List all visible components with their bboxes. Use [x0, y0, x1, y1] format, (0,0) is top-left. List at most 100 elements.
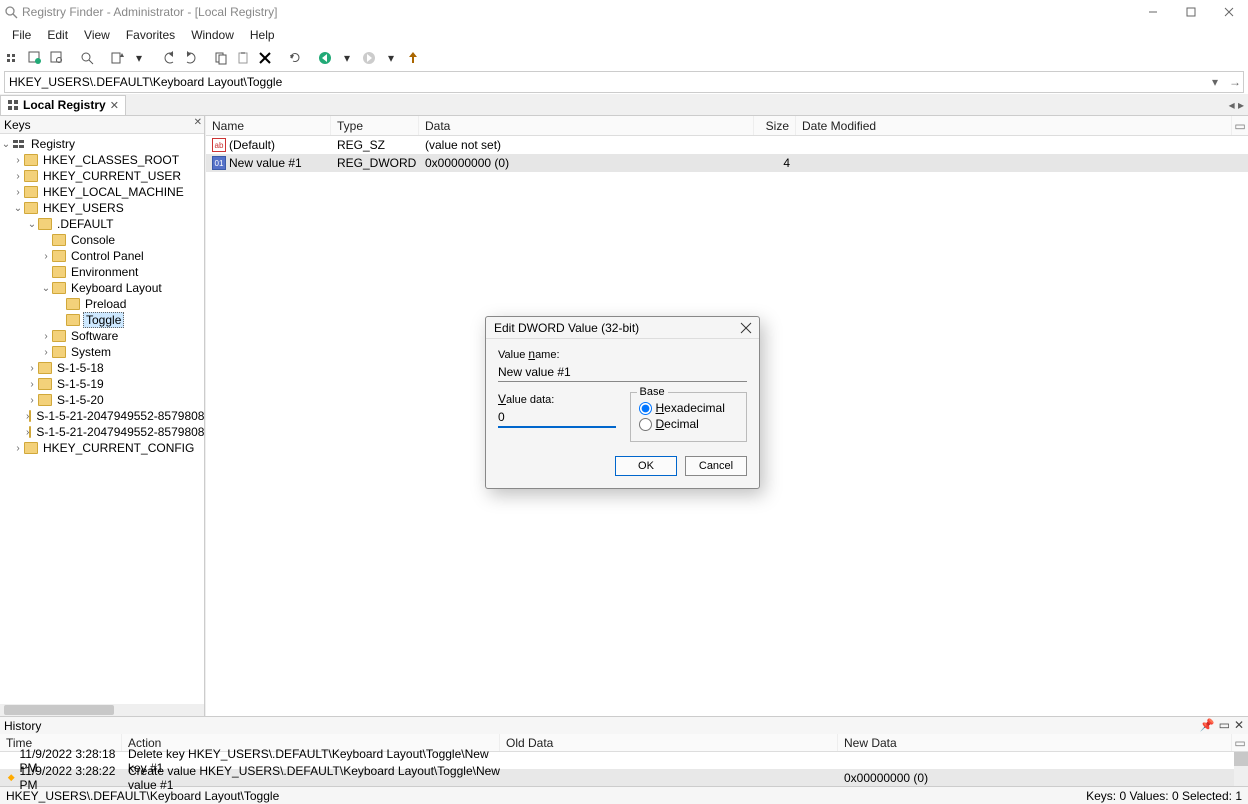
- col-size[interactable]: Size: [754, 116, 796, 135]
- tree-node[interactable]: Environment: [0, 264, 204, 280]
- tree-expander[interactable]: ⌄: [40, 283, 52, 294]
- tree-hscrollbar[interactable]: [0, 704, 204, 716]
- hist-options-icon[interactable]: ▭: [1232, 736, 1248, 750]
- address-dropdown-icon[interactable]: ▾: [1207, 75, 1223, 89]
- tree-node[interactable]: ⌄HKEY_USERS: [0, 200, 204, 216]
- radio-hex[interactable]: Hexadecimal: [639, 401, 739, 415]
- tree-expander[interactable]: ›: [26, 395, 38, 406]
- menu-view[interactable]: View: [76, 26, 118, 44]
- tree-close-icon[interactable]: ✕: [194, 117, 202, 128]
- export-dropdown-icon[interactable]: ▾: [130, 49, 148, 67]
- title-text: Registry Finder - Administrator - [Local…: [22, 5, 1134, 19]
- tree-node[interactable]: ›Control Panel: [0, 248, 204, 264]
- hist-col-new[interactable]: New Data: [838, 734, 1232, 751]
- menu-window[interactable]: Window: [183, 26, 242, 44]
- tree-node[interactable]: ›HKEY_CURRENT_CONFIG: [0, 440, 204, 456]
- new-window-icon[interactable]: [26, 49, 44, 67]
- find-icon[interactable]: [78, 49, 96, 67]
- history-pin-icon[interactable]: 📌: [1200, 718, 1215, 732]
- up-icon[interactable]: [404, 49, 422, 67]
- back-icon[interactable]: [316, 49, 334, 67]
- tree-expander[interactable]: ⌄: [12, 203, 24, 214]
- tree-expander[interactable]: ›: [12, 155, 24, 166]
- tree-expander[interactable]: ⌄: [0, 139, 12, 150]
- tree-expander[interactable]: ›: [12, 171, 24, 182]
- close-window-button[interactable]: [1210, 0, 1248, 24]
- radio-dec-input[interactable]: [639, 418, 652, 431]
- list-options-icon[interactable]: ▭: [1232, 119, 1248, 133]
- address-input[interactable]: [5, 75, 1207, 89]
- ok-button[interactable]: OK: [615, 456, 677, 476]
- tree-expander[interactable]: ›: [40, 331, 52, 342]
- tree-expander[interactable]: ⌄: [26, 219, 38, 230]
- tab-icon: [7, 99, 19, 111]
- tree-expander[interactable]: ›: [40, 251, 52, 262]
- history-body[interactable]: 11/9/2022 3:28:18 PMDelete key HKEY_USER…: [0, 752, 1234, 786]
- tree-node[interactable]: ›S-1-5-18: [0, 360, 204, 376]
- status-path: HKEY_USERS\.DEFAULT\Keyboard Layout\Togg…: [6, 789, 279, 803]
- undo-icon[interactable]: [160, 49, 178, 67]
- forward-icon[interactable]: [360, 49, 378, 67]
- hist-col-old[interactable]: Old Data: [500, 734, 838, 751]
- back-dropdown-icon[interactable]: ▾: [338, 49, 356, 67]
- tree-node[interactable]: ›Software: [0, 328, 204, 344]
- tabstrip-nav[interactable]: ◂ ▸: [1229, 98, 1248, 112]
- forward-dropdown-icon[interactable]: ▾: [382, 49, 400, 67]
- value-name-input[interactable]: [498, 363, 747, 382]
- tree-node[interactable]: ›HKEY_LOCAL_MACHINE: [0, 184, 204, 200]
- tree-node[interactable]: ›System: [0, 344, 204, 360]
- tree-node[interactable]: ›S-1-5-21-2047949552-857980807…: [0, 424, 204, 440]
- paste-icon[interactable]: [234, 49, 252, 67]
- connect-icon[interactable]: [4, 49, 22, 67]
- history-close-icon[interactable]: ✕: [1234, 718, 1244, 732]
- tab-local-registry[interactable]: Local Registry ✕: [0, 95, 126, 115]
- export-icon[interactable]: [108, 49, 126, 67]
- menu-help[interactable]: Help: [242, 26, 283, 44]
- value-data-input[interactable]: [498, 408, 616, 428]
- tree-node[interactable]: Toggle: [0, 312, 204, 328]
- cancel-button[interactable]: Cancel: [685, 456, 747, 476]
- history-row[interactable]: ◆11/9/2022 3:28:22 PMCreate value HKEY_U…: [0, 769, 1234, 786]
- menu-edit[interactable]: Edit: [39, 26, 76, 44]
- tree-expander[interactable]: ›: [26, 379, 38, 390]
- copy-icon[interactable]: [212, 49, 230, 67]
- tree-node[interactable]: ›HKEY_CLASSES_ROOT: [0, 152, 204, 168]
- tree-node[interactable]: ›HKEY_CURRENT_USER: [0, 168, 204, 184]
- tree-node[interactable]: ⌄.DEFAULT: [0, 216, 204, 232]
- history-scrollbar[interactable]: [1234, 752, 1248, 786]
- tree-root[interactable]: Registry: [29, 137, 77, 151]
- tree-node[interactable]: Preload: [0, 296, 204, 312]
- tree-node[interactable]: ›S-1-5-20: [0, 392, 204, 408]
- col-name[interactable]: Name: [206, 116, 331, 135]
- refresh-icon[interactable]: [286, 49, 304, 67]
- find-window-icon[interactable]: [48, 49, 66, 67]
- tab-close-icon[interactable]: ✕: [110, 99, 119, 112]
- menu-favorites[interactable]: Favorites: [118, 26, 183, 44]
- tree-expander[interactable]: ›: [40, 347, 52, 358]
- tree-node[interactable]: Console: [0, 232, 204, 248]
- minimize-button[interactable]: [1134, 0, 1172, 24]
- address-go-icon[interactable]: →: [1227, 75, 1243, 89]
- tree-expander[interactable]: ›: [12, 443, 24, 454]
- redo-icon[interactable]: [182, 49, 200, 67]
- delete-icon[interactable]: [256, 49, 274, 67]
- col-date[interactable]: Date Modified: [796, 116, 1232, 135]
- tree-node[interactable]: ›S-1-5-21-2047949552-857980807…: [0, 408, 204, 424]
- list-row[interactable]: 01New value #1REG_DWORD0x00000000 (0)4: [206, 154, 1248, 172]
- menubar: File Edit View Favorites Window Help: [0, 24, 1248, 46]
- radio-hex-input[interactable]: [639, 402, 652, 415]
- tree-expander[interactable]: ›: [26, 363, 38, 374]
- tree-expander[interactable]: ›: [12, 187, 24, 198]
- tree-body[interactable]: ⌄Registry›HKEY_CLASSES_ROOT›HKEY_CURRENT…: [0, 134, 204, 704]
- maximize-button[interactable]: [1172, 0, 1210, 24]
- list-row[interactable]: ab(Default)REG_SZ(value not set): [206, 136, 1248, 154]
- col-data[interactable]: Data: [419, 116, 754, 135]
- addressbar: ▾ →: [4, 71, 1244, 93]
- radio-dec[interactable]: Decimal: [639, 417, 739, 431]
- tree-node[interactable]: ⌄Keyboard Layout: [0, 280, 204, 296]
- menu-file[interactable]: File: [4, 26, 39, 44]
- tree-node[interactable]: ›S-1-5-19: [0, 376, 204, 392]
- history-options-icon[interactable]: ▭: [1219, 718, 1230, 732]
- col-type[interactable]: Type: [331, 116, 419, 135]
- dialog-close-icon[interactable]: [737, 319, 755, 337]
